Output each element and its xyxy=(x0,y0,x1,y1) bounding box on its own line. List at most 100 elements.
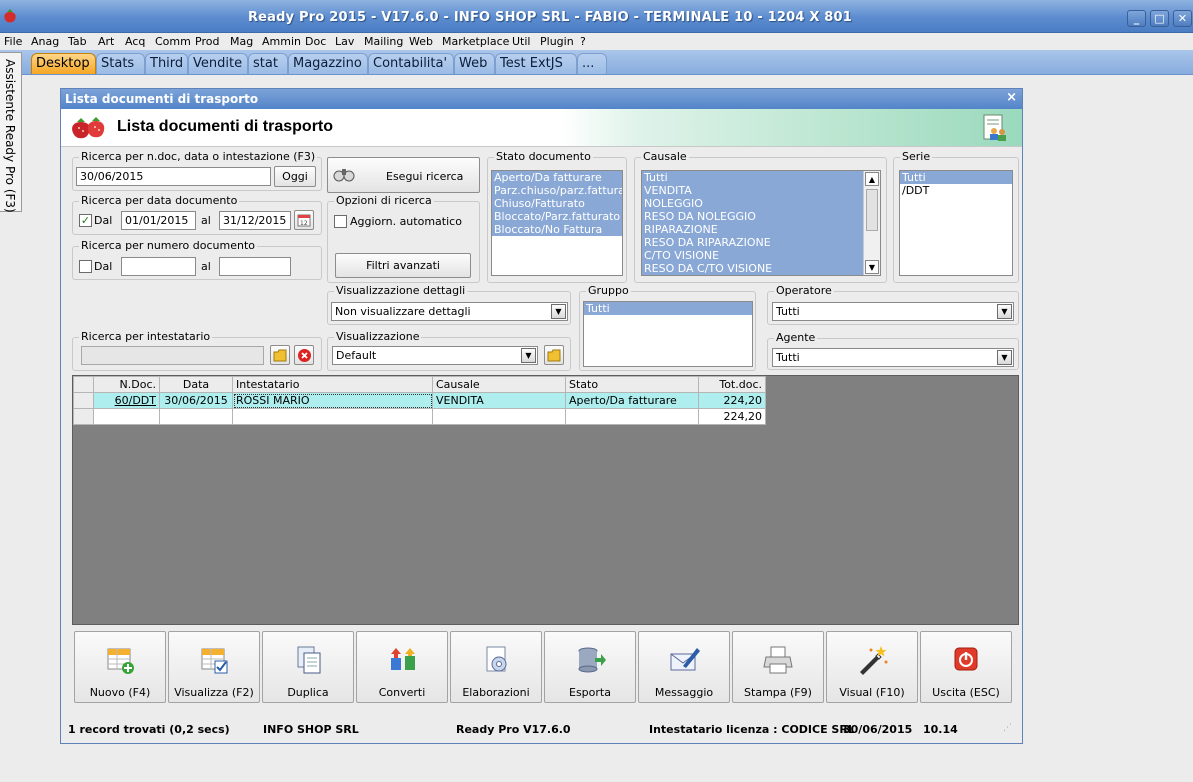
tab-web[interactable]: Web xyxy=(454,53,495,74)
convert-button[interactable]: Converti xyxy=(356,631,448,703)
window-close-icon[interactable]: × xyxy=(1006,90,1017,105)
cell-ndoc[interactable]: 60/DDT xyxy=(93,392,160,409)
tab-third[interactable]: Third xyxy=(145,53,188,74)
chevron-down-icon[interactable]: ▼ xyxy=(997,304,1012,319)
duplicate-button[interactable]: Duplica xyxy=(262,631,354,703)
menu-comm[interactable]: Comm xyxy=(155,35,191,48)
auto-update-checkbox[interactable] xyxy=(334,215,347,228)
menu-mailing[interactable]: Mailing xyxy=(364,35,403,48)
status-item[interactable]: Bloccato/Parz.fatturato xyxy=(492,210,622,223)
view-button[interactable]: Visualizza (F2) xyxy=(168,631,260,703)
tab-vendite[interactable]: Vendite xyxy=(188,53,248,74)
menu-prod[interactable]: Prod xyxy=(195,35,219,48)
date-search-checkbox[interactable]: ✓ xyxy=(79,214,92,227)
chevron-down-icon[interactable]: ▼ xyxy=(521,348,536,363)
menu-tab[interactable]: Tab xyxy=(68,35,87,48)
menu-anag[interactable]: Anag xyxy=(31,35,59,48)
column-header-intestatario[interactable]: Intestatario xyxy=(232,376,433,393)
column-header-ndoc[interactable]: N.Doc. xyxy=(93,376,160,393)
holder-search-input[interactable] xyxy=(81,346,264,365)
maximize-button[interactable]: □ xyxy=(1150,10,1169,27)
menu-doc[interactable]: Doc xyxy=(305,35,326,48)
menu-lav[interactable]: Lav xyxy=(335,35,354,48)
column-header-data[interactable]: Data xyxy=(159,376,233,393)
causale-item[interactable]: RIPARAZIONE xyxy=(642,223,864,236)
visual-button[interactable]: Visual (F10) xyxy=(826,631,918,703)
resize-grip-icon[interactable]: ⋰ xyxy=(1003,723,1012,733)
view-browse-button[interactable] xyxy=(544,345,564,365)
processing-button[interactable]: Elaborazioni xyxy=(450,631,542,703)
menu-plugin[interactable]: Plugin xyxy=(540,35,574,48)
causale-item[interactable]: RESO DA RIPARAZIONE xyxy=(642,236,864,249)
cell-intestatario[interactable]: ROSSI MARIO xyxy=(232,392,433,409)
serie-item[interactable]: Tutti xyxy=(900,171,1012,184)
causale-item[interactable]: RESO DA C/TO VISIONE xyxy=(642,262,864,275)
status-item[interactable]: Bloccato/No Fattura xyxy=(492,223,622,236)
tab-contabilita[interactable]: Contabilita' xyxy=(368,53,454,74)
tab-more[interactable]: ... xyxy=(577,53,607,74)
advanced-filters-button[interactable]: Filtri avanzati xyxy=(335,253,471,278)
column-header-tot[interactable]: Tot.doc. xyxy=(698,376,766,393)
scroll-up-arrow-icon[interactable]: ▲ xyxy=(865,172,879,186)
causale-item[interactable]: NOLEGGIO xyxy=(642,197,864,210)
menu-art[interactable]: Art xyxy=(98,35,114,48)
table-row[interactable]: 60/DDT 30/06/2015 ROSSI MARIO VENDITA Ap… xyxy=(73,392,766,409)
serie-item[interactable]: /DDT xyxy=(900,184,1012,197)
operator-select[interactable]: Tutti ▼ xyxy=(772,302,1014,321)
minimize-button[interactable]: _ xyxy=(1127,10,1146,27)
search-input[interactable]: 30/06/2015 xyxy=(76,167,271,186)
causale-list[interactable]: Tutti VENDITA NOLEGGIO RESO DA NOLEGGIO … xyxy=(641,170,881,276)
today-button[interactable]: Oggi xyxy=(274,166,316,187)
tab-stat[interactable]: stat xyxy=(248,53,288,74)
menu-ammin[interactable]: Ammin xyxy=(262,35,301,48)
number-from-input[interactable] xyxy=(121,257,196,276)
group-list[interactable]: Tutti xyxy=(583,301,753,367)
causale-item[interactable]: C/TO VISIONE xyxy=(642,249,864,262)
date-to-input[interactable]: 31/12/2015 xyxy=(219,211,291,230)
scroll-down-arrow-icon[interactable]: ▼ xyxy=(865,260,879,274)
exit-button[interactable]: Uscita (ESC) xyxy=(920,631,1012,703)
assistant-side-tab[interactable]: Assistente Ready Pro (F3) xyxy=(0,52,22,213)
calendar-button[interactable]: 12 xyxy=(294,210,314,230)
holder-browse-button[interactable] xyxy=(270,345,290,365)
details-view-select[interactable]: Non visualizzare dettagli ▼ xyxy=(331,302,568,321)
causale-item[interactable]: Tutti xyxy=(642,171,864,184)
row-indicator[interactable] xyxy=(73,392,94,409)
message-button[interactable]: Messaggio xyxy=(638,631,730,703)
export-button[interactable]: Esporta xyxy=(544,631,636,703)
status-item[interactable]: Parz.chiuso/parz.fatturato xyxy=(492,184,622,197)
causale-item[interactable]: RESO DA NOLEGGIO xyxy=(642,210,864,223)
status-item[interactable]: Chiuso/Fatturato xyxy=(492,197,622,210)
document-status-list[interactable]: Aperto/Da fatturare Parz.chiuso/parz.fat… xyxy=(491,170,623,276)
new-button[interactable]: Nuovo (F4) xyxy=(74,631,166,703)
number-search-checkbox[interactable] xyxy=(79,260,92,273)
menu-file[interactable]: File xyxy=(4,35,22,48)
tab-stats[interactable]: Stats xyxy=(96,53,145,74)
causale-item[interactable]: VENDITA xyxy=(642,184,864,197)
view-select[interactable]: Default ▼ xyxy=(332,346,538,365)
date-from-input[interactable]: 01/01/2015 xyxy=(121,211,196,230)
holder-clear-button[interactable] xyxy=(294,345,314,365)
print-button[interactable]: Stampa (F9) xyxy=(732,631,824,703)
agent-select[interactable]: Tutti ▼ xyxy=(772,348,1014,367)
tab-desktop[interactable]: Desktop xyxy=(31,53,96,74)
menu-web[interactable]: Web xyxy=(409,35,433,48)
close-button[interactable]: ✕ xyxy=(1173,10,1192,27)
serie-list[interactable]: Tutti /DDT xyxy=(899,170,1013,276)
chevron-down-icon[interactable]: ▼ xyxy=(997,350,1012,365)
chevron-down-icon[interactable]: ▼ xyxy=(551,304,566,319)
number-to-input[interactable] xyxy=(219,257,291,276)
menu-help[interactable]: ? xyxy=(580,35,586,48)
menu-util[interactable]: Util xyxy=(512,35,530,48)
column-header-stato[interactable]: Stato xyxy=(565,376,699,393)
menu-marketplace[interactable]: Marketplace xyxy=(442,35,509,48)
menu-acq[interactable]: Acq xyxy=(125,35,145,48)
tab-magazzino[interactable]: Magazzino xyxy=(288,53,368,74)
tab-test-extjs[interactable]: Test ExtJS xyxy=(495,53,577,74)
group-item[interactable]: Tutti xyxy=(584,302,752,315)
run-search-button[interactable]: Esegui ricerca xyxy=(327,157,480,193)
menu-mag[interactable]: Mag xyxy=(230,35,253,48)
column-header-causale[interactable]: Causale xyxy=(432,376,566,393)
status-item[interactable]: Aperto/Da fatturare xyxy=(492,171,622,184)
scroll-thumb[interactable] xyxy=(866,189,878,231)
